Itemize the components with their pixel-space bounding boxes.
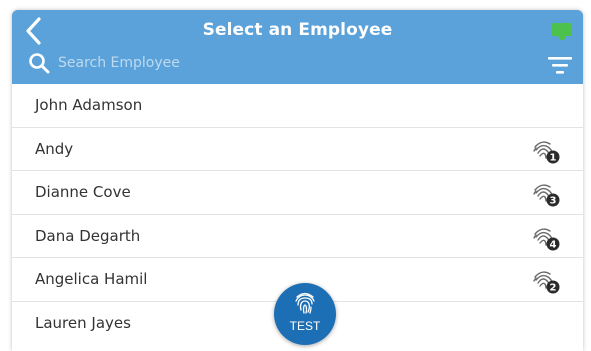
employee-name: John Adamson xyxy=(35,96,143,114)
employee-name: Angelica Hamil xyxy=(35,270,148,288)
list-item[interactable]: John Adamson xyxy=(12,84,583,128)
test-fingerprint-button[interactable]: TEST xyxy=(274,283,336,345)
header: Select an Employee xyxy=(12,10,583,84)
employee-name: Dana Degarth xyxy=(35,226,141,245)
fingerprint-icon: 4 xyxy=(533,227,560,250)
filter-button[interactable] xyxy=(547,55,573,75)
fingerprint-icon xyxy=(295,292,315,314)
filter-icon xyxy=(548,57,572,74)
fingerprint-count: 1 xyxy=(550,152,557,163)
fingerprint-count: 4 xyxy=(550,239,557,250)
page-title: Select an Employee xyxy=(202,20,393,40)
fingerprint-count: 3 xyxy=(550,196,557,207)
employee-name: Andy xyxy=(35,139,74,158)
search-icon xyxy=(29,53,50,74)
employee-name: Lauren Jayes xyxy=(35,313,131,332)
list-item[interactable]: Andy 1 xyxy=(12,128,583,171)
fingerprint-icon: 2 xyxy=(533,271,560,294)
fingerprint-icon: 3 xyxy=(533,184,560,207)
fingerprint-count: 2 xyxy=(550,283,557,294)
list-item[interactable]: Dianne Cove 3 xyxy=(12,171,583,215)
monitor-icon xyxy=(552,23,572,40)
list-item[interactable]: Dana Degarth 4 xyxy=(12,215,583,258)
employee-name: Dianne Cove xyxy=(35,183,131,201)
employee-select-panel: Select an Employee John Adamson xyxy=(12,10,583,351)
fingerprint-icon: 1 xyxy=(533,140,560,163)
app-frame: Select an Employee John Adamson xyxy=(0,0,591,351)
search-input[interactable] xyxy=(58,52,478,74)
test-button-label: TEST xyxy=(289,319,321,333)
